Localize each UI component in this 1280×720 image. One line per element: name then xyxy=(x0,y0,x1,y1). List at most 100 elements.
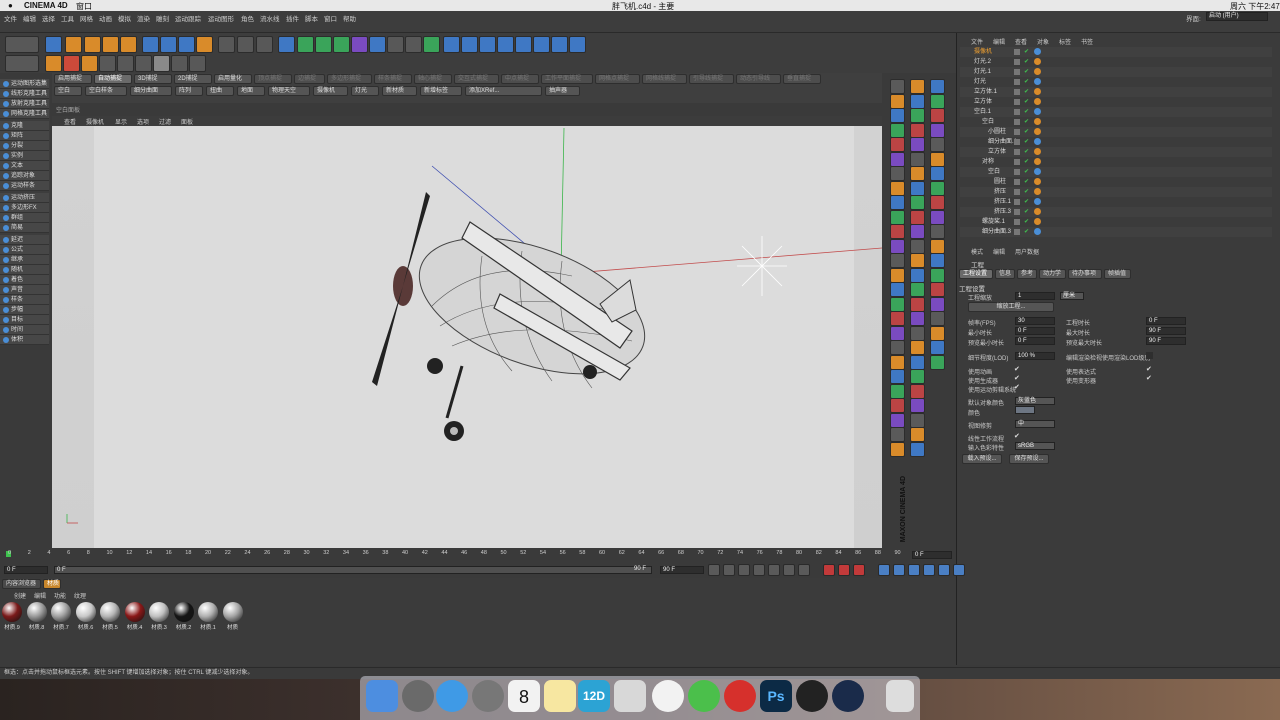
viewport-canvas[interactable] xyxy=(52,126,882,548)
strip-icon-2-11[interactable] xyxy=(930,238,945,254)
side-tool-3[interactable]: 网格克隆工具 xyxy=(0,109,49,119)
visibility-icon[interactable] xyxy=(1014,139,1020,145)
strip-icon-1-6[interactable] xyxy=(910,166,925,181)
strip-icon-2-4[interactable] xyxy=(930,137,945,152)
world-coord-icon[interactable] xyxy=(196,36,213,53)
snap-button-16[interactable]: 动态引导线 xyxy=(736,74,781,84)
strip-icon-1-12[interactable] xyxy=(910,253,925,268)
enabled-check-icon[interactable]: ✔ xyxy=(1024,67,1029,77)
timeline-view-icon[interactable] xyxy=(953,564,965,576)
fps-field[interactable]: 30 xyxy=(1015,317,1055,325)
object-button-5[interactable]: 地面 xyxy=(237,86,265,96)
tag-icon[interactable] xyxy=(1034,148,1041,155)
strip-icon-0-15[interactable] xyxy=(890,296,905,312)
tag-icon[interactable] xyxy=(1034,68,1041,75)
visibility-icon[interactable] xyxy=(1014,199,1020,205)
side-tool-23[interactable]: 目标 xyxy=(0,315,49,325)
tag-icon[interactable] xyxy=(1034,178,1041,185)
tag-icon[interactable] xyxy=(1034,108,1041,115)
strip-icon-0-9[interactable] xyxy=(890,209,905,225)
pen-icon[interactable] xyxy=(297,36,314,53)
strip-icon-1-23[interactable] xyxy=(910,412,925,428)
recent-tool-icon[interactable] xyxy=(120,36,137,53)
snap-button-13[interactable]: 网格点捕捉 xyxy=(595,74,640,84)
strip-icon-1-14[interactable] xyxy=(910,282,925,297)
material-ball-icon[interactable] xyxy=(173,602,194,622)
side-tool-20[interactable]: 声音 xyxy=(0,285,49,295)
snap-button-2[interactable]: 3D捕捉 xyxy=(134,74,172,84)
om-menu-4[interactable]: 标签 xyxy=(1059,37,1071,46)
enabled-check-icon[interactable]: ✔ xyxy=(1024,57,1029,67)
om-menu-0[interactable]: 文件 xyxy=(971,37,983,46)
snap-button-5[interactable]: 顶点捕捉 xyxy=(254,74,292,84)
attr-menu-2[interactable]: 用户数据 xyxy=(1015,247,1039,256)
notes-icon[interactable] xyxy=(544,680,576,712)
visibility-icon[interactable] xyxy=(1014,229,1020,235)
autokey-icon[interactable] xyxy=(838,564,850,576)
object-row-12[interactable]: 空白 ✔ xyxy=(960,167,1272,177)
strip-icon-1-1[interactable] xyxy=(910,93,925,109)
strip-icon-0-7[interactable] xyxy=(890,180,905,196)
enabled-check-icon[interactable]: ✔ xyxy=(1024,177,1029,187)
save-preset-button[interactable]: 保存预设... xyxy=(1009,454,1049,464)
airplane-model[interactable] xyxy=(52,126,882,548)
x-axis-icon[interactable] xyxy=(142,36,159,53)
enabled-check-icon[interactable]: ✔ xyxy=(1024,127,1029,137)
tag-icon[interactable] xyxy=(1034,128,1041,135)
om-menu-2[interactable]: 查看 xyxy=(1015,37,1027,46)
snap-button-10[interactable]: 交互式捕捉 xyxy=(454,74,499,84)
tag-icon[interactable] xyxy=(1034,88,1041,95)
side-tool-22[interactable]: 步幅 xyxy=(0,305,49,315)
enabled-check-icon[interactable]: ✔ xyxy=(1024,167,1029,177)
menu-item-9[interactable]: 运动跟踪 xyxy=(175,13,201,23)
snap-button-15[interactable]: 引导线捕捉 xyxy=(689,74,734,84)
tag-icon[interactable] xyxy=(1034,58,1041,65)
strip-icon-2-1[interactable] xyxy=(930,93,945,109)
strip-icon-2-2[interactable] xyxy=(930,108,945,123)
visibility-icon[interactable] xyxy=(1014,99,1020,105)
undo-button[interactable] xyxy=(5,36,39,53)
quantize-icon[interactable] xyxy=(533,36,550,53)
strip-icon-0-13[interactable] xyxy=(890,267,905,283)
enabled-check-icon[interactable]: ✔ xyxy=(1024,47,1029,57)
max-field[interactable]: 90 F xyxy=(1146,327,1186,335)
strip-icon-2-18[interactable] xyxy=(930,340,945,355)
floor-icon[interactable] xyxy=(369,36,386,53)
object-row-6[interactable]: 空白.1 ✔ xyxy=(960,107,1272,117)
12d-tv-icon[interactable]: 12D xyxy=(578,680,610,712)
om-menu-3[interactable]: 对象 xyxy=(1037,37,1049,46)
menu-item-16[interactable]: 帮助 xyxy=(343,13,356,23)
strip-icon-1-20[interactable] xyxy=(910,369,925,384)
visibility-icon[interactable] xyxy=(1014,159,1020,165)
render-view-icon[interactable] xyxy=(218,36,235,53)
enabled-check-icon[interactable]: ✔ xyxy=(1024,217,1029,227)
snap-button-17[interactable]: 垂直捕捉 xyxy=(783,74,821,84)
menu-item-2[interactable]: 选择 xyxy=(42,13,55,23)
input-color-select[interactable]: sRGB xyxy=(1015,442,1055,450)
record-icon[interactable] xyxy=(823,564,835,576)
trash-icon[interactable] xyxy=(886,680,914,712)
menu-item-0[interactable]: 文件 xyxy=(4,13,17,23)
object-row-4[interactable]: 立方体.1 ✔ xyxy=(960,87,1272,97)
use-gen-checkbox[interactable]: ✔ xyxy=(1014,375,1021,382)
enabled-check-icon[interactable]: ✔ xyxy=(1024,97,1029,107)
strip-icon-1-2[interactable] xyxy=(910,108,925,123)
material-swatch[interactable]: 材质.8 xyxy=(26,602,48,631)
strip-icon-2-13[interactable] xyxy=(930,267,945,283)
material-swatch[interactable]: 材质 xyxy=(222,602,244,631)
play-icon[interactable] xyxy=(753,564,765,576)
pmin-field[interactable]: 0 F xyxy=(1015,337,1055,345)
material-swatch[interactable]: 材质.2 xyxy=(173,602,195,631)
layout-select[interactable]: 启动 (用户) xyxy=(1206,12,1268,21)
content-tab-1[interactable]: 材质 xyxy=(43,579,61,589)
object-row-8[interactable]: 小圆柱 ✔ xyxy=(960,127,1272,137)
strip-icon-0-8[interactable] xyxy=(890,195,905,210)
strip-icon-0-22[interactable] xyxy=(890,398,905,413)
visibility-icon[interactable] xyxy=(1014,149,1020,155)
maps-icon[interactable] xyxy=(614,680,646,712)
object-row-11[interactable]: 对称 ✔ xyxy=(960,157,1272,167)
material-menu-2[interactable]: 功能 xyxy=(54,591,66,600)
strip-icon-1-16[interactable] xyxy=(910,311,925,326)
viewport-menu-3[interactable]: 选项 xyxy=(137,117,149,126)
pos-icon[interactable] xyxy=(878,564,890,576)
